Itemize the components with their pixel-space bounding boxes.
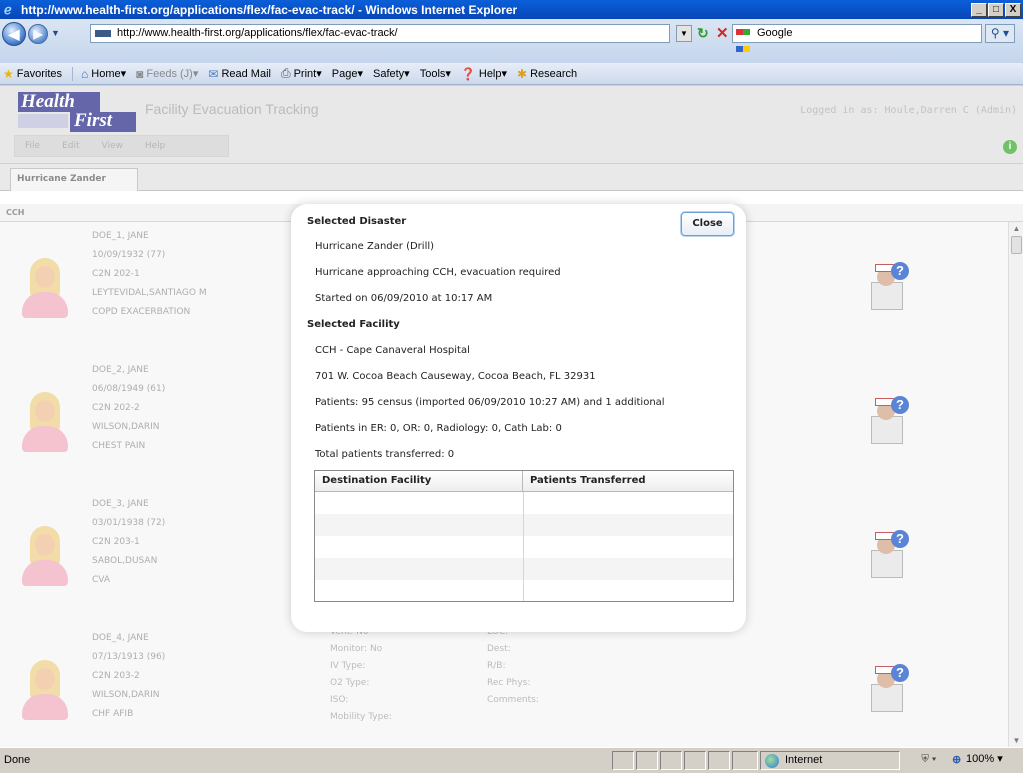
- tools-menu[interactable]: Tools ▾: [419, 67, 451, 81]
- table-row[interactable]: [315, 558, 733, 580]
- total-transferred: Total patients transferred: 0: [315, 449, 455, 460]
- url-text: http://www.health-first.org/applications…: [117, 27, 398, 39]
- search-input[interactable]: Google: [732, 24, 982, 52]
- patient-census: Patients: 95 census (imported 06/09/2010…: [315, 397, 665, 408]
- table-row[interactable]: [315, 492, 733, 514]
- selected-disaster-dialog: Selected Disaster Close Hurricane Zander…: [291, 204, 746, 632]
- transfer-grid-header: Destination Facility Patients Transferre…: [315, 471, 733, 492]
- url-dropdown-button[interactable]: ▼: [676, 25, 692, 42]
- refresh-icon[interactable]: ↻: [697, 25, 709, 42]
- table-row[interactable]: [315, 580, 733, 602]
- forward-button[interactable]: ▶: [28, 24, 48, 44]
- selected-facility-heading: Selected Facility: [307, 319, 400, 330]
- url-input[interactable]: http://www.health-first.org/applications…: [90, 24, 670, 43]
- research-button[interactable]: ✱ Research: [517, 67, 577, 81]
- transfer-grid[interactable]: Destination Facility Patients Transferre…: [314, 470, 734, 602]
- app-content: Health First Facility Evacuation Trackin…: [0, 86, 1023, 747]
- recent-pages-dropdown-icon[interactable]: ▼: [51, 28, 60, 38]
- disaster-name: Hurricane Zander (Drill): [315, 241, 435, 252]
- patients-in-areas: Patients in ER: 0, OR: 0, Radiology: 0, …: [315, 423, 562, 434]
- home-button[interactable]: ⌂ Home ▾: [81, 67, 126, 81]
- print-label: Print: [293, 67, 317, 80]
- google-icon: [736, 27, 750, 52]
- star-icon: ★: [3, 66, 14, 81]
- table-row[interactable]: [315, 536, 733, 558]
- ie-logo-icon: ℯ: [4, 1, 12, 17]
- table-row[interactable]: [315, 514, 733, 536]
- column-destination-facility[interactable]: Destination Facility: [315, 471, 523, 492]
- feeds-icon: ◙: [136, 66, 144, 81]
- research-label: Research: [530, 67, 578, 80]
- minimize-button[interactable]: _: [971, 2, 987, 17]
- research-icon: ✱: [517, 66, 528, 81]
- read-mail-label: Read Mail: [221, 67, 271, 80]
- home-label: Home: [91, 67, 121, 80]
- safety-menu[interactable]: Safety ▾: [372, 67, 410, 81]
- facility-address: 701 W. Cocoa Beach Causeway, Cocoa Beach…: [315, 371, 596, 382]
- window-title: http://www.health-first.org/applications…: [21, 2, 518, 17]
- column-patients-transferred[interactable]: Patients Transferred: [523, 471, 733, 492]
- disaster-description: Hurricane approaching CCH, evacuation re…: [315, 267, 561, 278]
- safety-label: Safety: [372, 67, 405, 80]
- mail-icon: ✉: [208, 66, 219, 81]
- print-button[interactable]: ⎙ Print ▾: [281, 66, 322, 81]
- command-bar: ★ Favorites ⌂ Home ▾ ◙ Feeds (J) ▾ ✉ Read Ma…: [0, 63, 1023, 85]
- window-title-bar: ℯ http://www.health-first.org/applicatio…: [0, 0, 1023, 19]
- maximize-button[interactable]: □: [988, 2, 1004, 17]
- read-mail-button[interactable]: ✉ Read Mail: [208, 67, 271, 81]
- home-icon: ⌂: [81, 66, 89, 81]
- help-icon: ❓: [460, 66, 476, 81]
- globe-icon: [765, 754, 779, 768]
- page-favicon-icon: [95, 30, 111, 37]
- protected-mode-icon[interactable]: ⛨ ▾: [910, 751, 948, 770]
- page-label: Page: [331, 67, 358, 80]
- search-placeholder: Google: [757, 27, 793, 39]
- zone-label: Internet: [785, 754, 823, 766]
- tools-label: Tools: [419, 67, 446, 80]
- help-label: Help: [478, 67, 502, 80]
- back-button[interactable]: ◀: [2, 22, 26, 46]
- search-button[interactable]: ⚲ ▾: [985, 24, 1015, 43]
- feeds-button[interactable]: ◙ Feeds (J) ▾: [136, 67, 198, 81]
- printer-icon: ⎙: [280, 66, 291, 80]
- favorites-label: Favorites: [16, 67, 63, 80]
- selected-disaster-heading: Selected Disaster: [307, 216, 407, 227]
- security-zone[interactable]: Internet: [760, 751, 900, 770]
- status-text: Done: [4, 754, 31, 766]
- disaster-start-time: Started on 06/09/2010 at 10:17 AM: [315, 293, 493, 304]
- favorites-button[interactable]: ★ Favorites: [3, 67, 62, 81]
- help-menu[interactable]: ❓ Help ▾: [461, 67, 507, 81]
- facility-name: CCH - Cape Canaveral Hospital: [315, 345, 470, 356]
- zoom-level[interactable]: ⊕ 100% ▾: [950, 751, 1020, 770]
- stop-icon[interactable]: ✕: [716, 24, 729, 42]
- address-bar: ◀ ▶ ▼ http://www.health-first.org/applic…: [0, 19, 1023, 63]
- zoom-icon: ⊕: [952, 754, 962, 766]
- feeds-label: Feeds (J): [146, 67, 193, 80]
- close-button[interactable]: Close: [681, 212, 734, 236]
- zoom-label: 100%: [966, 753, 995, 765]
- status-bar: Done Internet ⛨ ▾ ⊕ 100% ▾: [0, 747, 1023, 773]
- close-window-button[interactable]: X: [1005, 2, 1021, 17]
- page-menu[interactable]: Page ▾: [331, 67, 363, 81]
